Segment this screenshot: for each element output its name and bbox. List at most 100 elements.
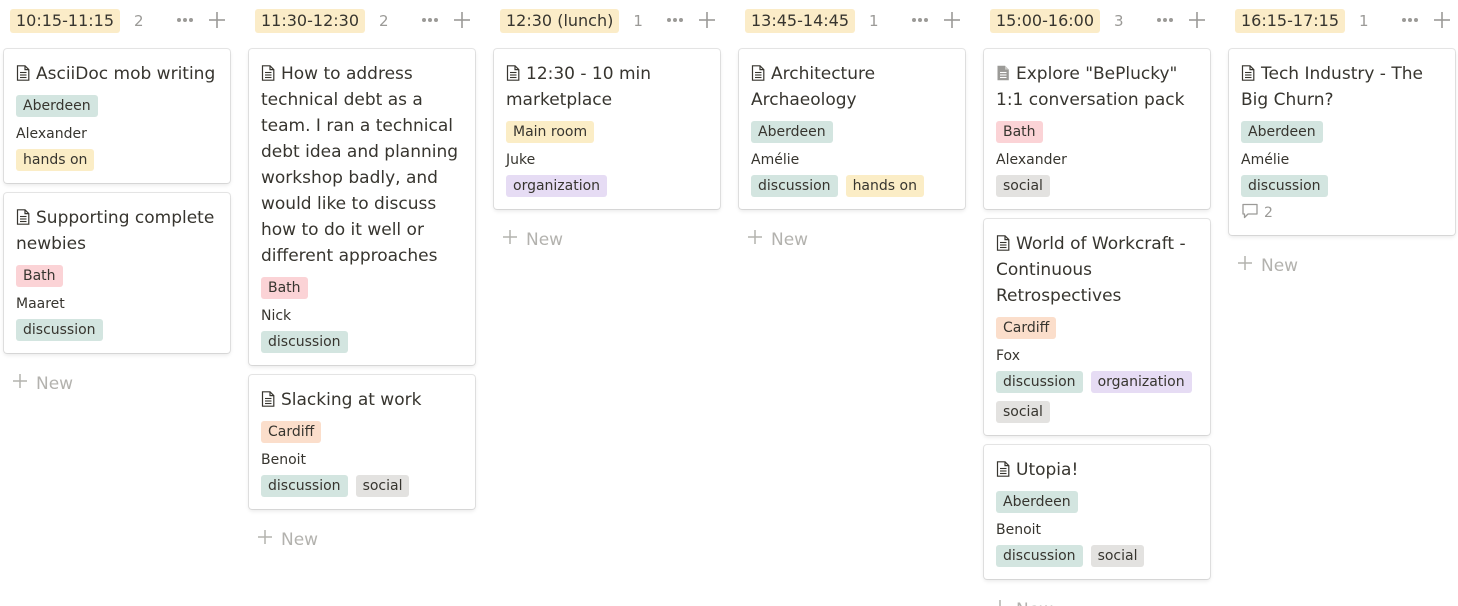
card-title-row: 12:30 - 10 min marketplace [506,61,708,113]
new-card-button[interactable]: New [739,219,968,260]
column-header: 16:15-17:15 1 [1229,0,1458,42]
session-card[interactable]: 12:30 - 10 min marketplace Main room Juke o… [494,49,720,209]
session-card[interactable]: How to address technical debt as a team.… [249,49,475,365]
column-title[interactable]: 13:45-14:45 [745,9,855,33]
more-options-icon[interactable] [1400,10,1420,30]
room-row: Cardiff [261,421,463,443]
column-actions [1400,10,1452,30]
document-icon [996,459,1010,477]
document-icon [16,207,30,225]
card-title-row: Architecture Archaeology [751,61,953,113]
more-options-icon[interactable] [420,10,440,30]
room-tag: Aberdeen [1241,121,1323,143]
document-icon [996,233,1010,251]
new-card-button[interactable]: New [494,219,723,260]
more-options-icon[interactable] [1155,10,1175,30]
column-count: 2 [379,12,389,30]
new-card-label: New [771,229,809,250]
room-tag: Bath [16,265,63,287]
board-column: 11:30-12:30 2 How to address technical deb… [249,0,478,606]
session-card[interactable]: Slacking at work Cardiff Benoit discussion s… [249,375,475,509]
speaker-name: Amélie [1241,152,1290,168]
tags-row: discussion [1241,175,1443,197]
more-options-icon[interactable] [175,10,195,30]
card-title: Tech Industry - The Big Churn? [1241,64,1423,110]
column-title[interactable]: 11:30-12:30 [255,9,365,33]
speaker-name: Benoit [996,522,1042,538]
type-tag: discussion [261,331,348,353]
session-card[interactable]: Utopia! Aberdeen Benoit discussion social [984,445,1210,579]
column-title[interactable]: 16:15-17:15 [1235,9,1345,33]
comment-count: 2 [1264,205,1273,221]
new-card-button[interactable]: New [249,519,478,560]
add-card-icon[interactable] [1187,10,1207,30]
tags-row: hands on [16,149,218,171]
board-column: 13:45-14:45 1 Architecture Archaeology Aber… [739,0,968,606]
column-header: 11:30-12:30 2 [249,0,478,42]
more-options-icon[interactable] [665,10,685,30]
new-card-label: New [1016,600,1053,606]
tags-row: discussion organization social [996,371,1198,423]
new-card-label: New [36,373,74,394]
type-tag: discussion [996,371,1083,393]
room-tag: Aberdeen [996,491,1078,513]
type-tag: discussion [16,319,103,341]
room-tag: Aberdeen [16,95,98,117]
card-title-row: Explore "BePlucky" 1:1 conversation pack [996,61,1198,113]
document-icon [16,63,30,81]
column-count: 1 [633,12,643,30]
new-card-button[interactable]: New [984,589,1213,606]
add-card-icon[interactable] [942,10,962,30]
session-card[interactable]: AsciiDoc mob writing Aberdeen Alexander han… [4,49,230,183]
document-icon [261,63,275,81]
document-icon [261,389,275,407]
card-title: Slacking at work [281,390,422,410]
document-filled-icon [996,63,1010,81]
column-actions [1155,10,1207,30]
room-row: Aberdeen [996,491,1198,513]
add-card-icon[interactable] [697,10,717,30]
card-title: 12:30 - 10 min marketplace [506,64,652,110]
type-tag: hands on [845,175,924,197]
type-tag: discussion [1241,175,1328,197]
session-card[interactable]: Architecture Archaeology Aberdeen Amélie di… [739,49,965,209]
speaker-name: Fox [996,348,1020,364]
speaker-name: Juke [506,152,536,168]
type-tag: discussion [996,545,1083,567]
column-cards: Tech Industry - The Big Churn? Aberdeen Am… [1229,42,1458,235]
board-column: 15:00-16:00 3 Explore "BePlucky" 1:1 conve… [984,0,1213,606]
card-title: World of Workcraft - Continuous Retrospe… [996,234,1186,306]
document-icon [506,63,520,81]
card-title: AsciiDoc mob writing [36,64,216,84]
session-card[interactable]: Supporting complete newbies Bath Maaret dis… [4,193,230,353]
add-card-icon[interactable] [452,10,472,30]
speaker-name: Benoit [261,452,307,468]
new-card-button[interactable]: New [4,363,233,404]
card-title-row: AsciiDoc mob writing [16,61,218,87]
comments-indicator[interactable]: 2 [1241,203,1443,223]
type-tag: social [996,401,1050,423]
plus-icon [992,599,1008,606]
session-card[interactable]: Tech Industry - The Big Churn? Aberdeen Am… [1229,49,1455,235]
column-cards: 12:30 - 10 min marketplace Main room Juke o… [494,42,723,209]
speaker-name: Nick [261,308,292,324]
room-tag: Cardiff [261,421,322,443]
new-card-label: New [1261,255,1299,276]
tags-row: social [996,175,1198,197]
add-card-icon[interactable] [1432,10,1452,30]
room-tag: Aberdeen [751,121,833,143]
session-card[interactable]: Explore "BePlucky" 1:1 conversation pack… [984,49,1210,209]
column-title[interactable]: 10:15-11:15 [10,9,120,33]
card-title: Architecture Archaeology [751,64,876,110]
plus-icon [502,229,518,250]
card-title-row: Slacking at work [261,387,463,413]
column-title[interactable]: 12:30 (lunch) [500,9,620,33]
new-card-button[interactable]: New [1229,245,1458,286]
column-header: 12:30 (lunch) 1 [494,0,723,42]
more-options-icon[interactable] [910,10,930,30]
add-card-icon[interactable] [207,10,227,30]
type-tag: social [996,175,1050,197]
column-title[interactable]: 15:00-16:00 [990,9,1100,33]
session-card[interactable]: World of Workcraft - Continuous Retrospe… [984,219,1210,435]
tags-row: discussion social [996,545,1198,567]
